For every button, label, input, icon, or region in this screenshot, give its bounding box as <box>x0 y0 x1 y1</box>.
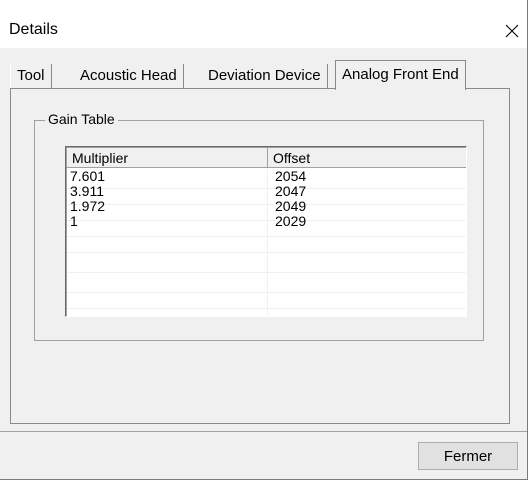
table-row[interactable]: 3.911 2047 <box>67 183 466 199</box>
row-divider <box>67 272 466 273</box>
row-divider <box>67 236 466 237</box>
table-row[interactable]: 1.972 2049 <box>67 198 466 214</box>
table-body: 7.601 2054 3.911 2047 1.972 2049 1 2029 <box>67 168 466 229</box>
row-divider <box>67 292 466 293</box>
details-dialog: Details Tool Acoustic Head Deviation Dev… <box>0 0 528 480</box>
cell-multiplier: 1.972 <box>70 198 106 214</box>
tab-analog-front-end[interactable]: Analog Front End <box>335 60 466 90</box>
cell-offset: 2029 <box>275 213 307 229</box>
window-title: Details <box>9 21 58 38</box>
table-row[interactable]: 1 2029 <box>67 213 466 229</box>
cell-multiplier: 3.911 <box>70 183 104 199</box>
cell-offset: 2049 <box>275 198 307 214</box>
tab-tool[interactable]: Tool <box>10 64 52 88</box>
table-header: Multiplier Offset <box>67 148 466 168</box>
group-label: Gain Table <box>45 111 118 127</box>
fermer-button[interactable]: Fermer <box>418 442 518 470</box>
gain-table-list[interactable]: Multiplier Offset 7.601 2054 3.911 2047 <box>65 146 467 317</box>
cell-multiplier: 1 <box>70 213 78 229</box>
tab-strip: Tool Acoustic Head Deviation Device Anal… <box>10 60 510 90</box>
cell-offset: 2054 <box>275 168 307 184</box>
close-icon <box>505 24 519 38</box>
table-row[interactable]: 7.601 2054 <box>67 168 466 184</box>
footer-divider <box>0 431 527 432</box>
column-header-offset[interactable]: Offset <box>268 148 466 168</box>
row-divider <box>67 252 466 253</box>
row-divider <box>67 308 466 309</box>
cell-multiplier: 7.601 <box>70 168 106 184</box>
close-button[interactable] <box>497 18 527 44</box>
title-bar: Details <box>0 0 527 48</box>
tab-acoustic-head[interactable]: Acoustic Head <box>74 64 184 88</box>
column-header-multiplier[interactable]: Multiplier <box>67 148 268 168</box>
tab-deviation-device[interactable]: Deviation Device <box>202 64 328 88</box>
cell-offset: 2047 <box>275 183 307 199</box>
